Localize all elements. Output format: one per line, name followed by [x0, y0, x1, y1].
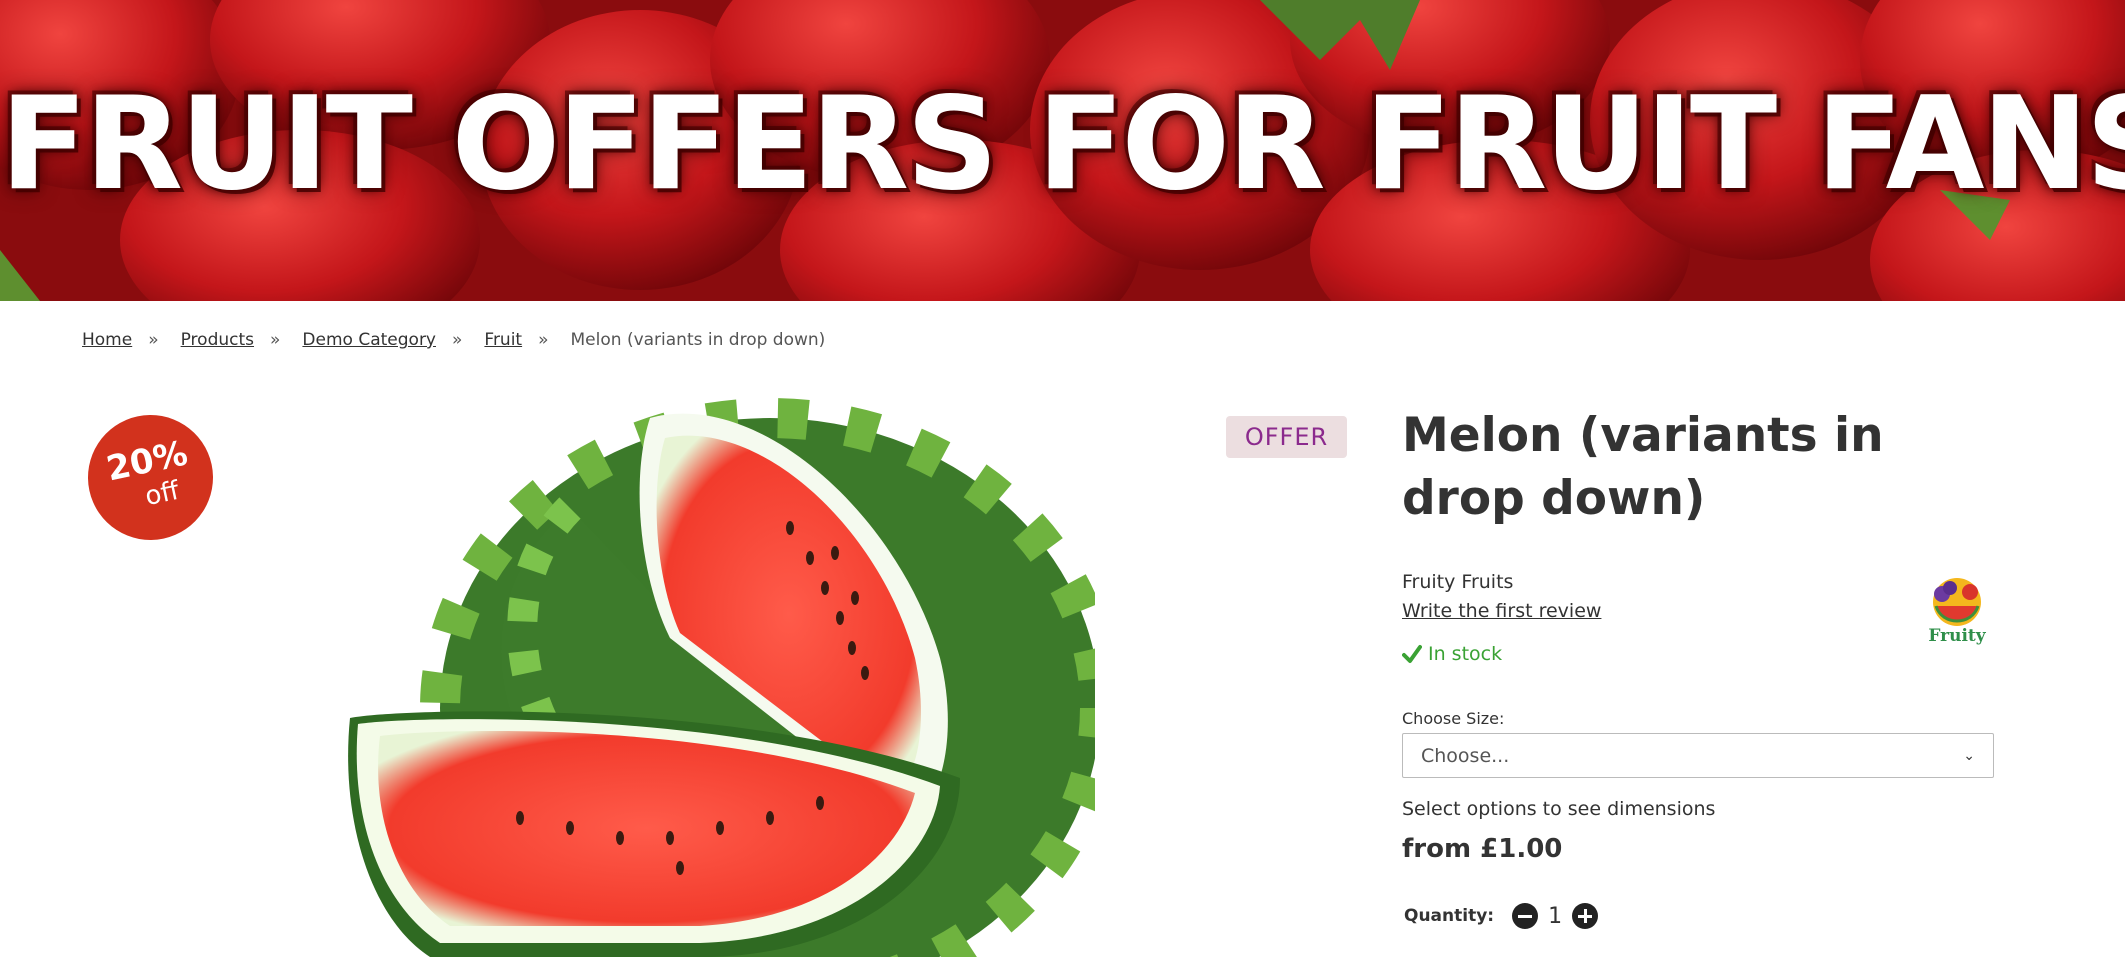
- hero-banner: FRUIT OFFERS FOR FRUIT FANS: [0, 0, 2125, 301]
- brand-logo[interactable]: Fruity: [1922, 572, 1992, 652]
- quantity-decrease-button[interactable]: [1512, 903, 1539, 929]
- quantity-increase-button[interactable]: [1572, 903, 1599, 929]
- quantity-value[interactable]: 1: [1538, 904, 1572, 929]
- breadcrumb-home[interactable]: Home: [82, 330, 132, 350]
- brand-logo-text: Fruity: [1928, 626, 1986, 646]
- size-label: Choose Size:: [1402, 709, 1505, 728]
- chevron-down-icon: ⌄: [1963, 747, 1975, 764]
- fruit-logo-icon: [1933, 578, 1981, 626]
- quantity-label: Quantity:: [1404, 906, 1495, 926]
- breadcrumb-demo-category[interactable]: Demo Category: [302, 330, 436, 350]
- check-icon: [1402, 645, 1422, 663]
- product-price: from £1.00: [1402, 834, 1563, 864]
- product-image[interactable]: [340, 398, 1095, 957]
- offer-badge: OFFER: [1226, 416, 1347, 458]
- size-select[interactable]: Choose... ⌄: [1402, 733, 1994, 778]
- discount-badge: 20% off: [76, 403, 225, 552]
- product-brand: Fruity Fruits: [1402, 571, 1514, 593]
- stock-status: In stock: [1402, 643, 1502, 665]
- dimensions-text: Select options to see dimensions: [1402, 798, 1716, 820]
- size-select-value: Choose...: [1421, 744, 1510, 767]
- banner-title: FRUIT OFFERS FOR FRUIT FANS: [0, 70, 2125, 219]
- breadcrumb-separator: »: [538, 330, 549, 350]
- product-title: Melon (variants in drop down): [1402, 408, 1884, 526]
- quantity-stepper: Quantity: 1: [1404, 903, 1599, 929]
- breadcrumb-separator: »: [452, 330, 463, 350]
- breadcrumb: Home » Products » Demo Category » Fruit …: [82, 328, 825, 352]
- breadcrumb-fruit[interactable]: Fruit: [484, 330, 522, 350]
- breadcrumb-separator: »: [148, 330, 159, 350]
- breadcrumb-products[interactable]: Products: [181, 330, 254, 350]
- stock-label: In stock: [1428, 643, 1503, 665]
- write-review-link[interactable]: Write the first review: [1402, 600, 1601, 622]
- breadcrumb-separator: »: [270, 330, 281, 350]
- breadcrumb-current: Melon (variants in drop down): [570, 330, 826, 350]
